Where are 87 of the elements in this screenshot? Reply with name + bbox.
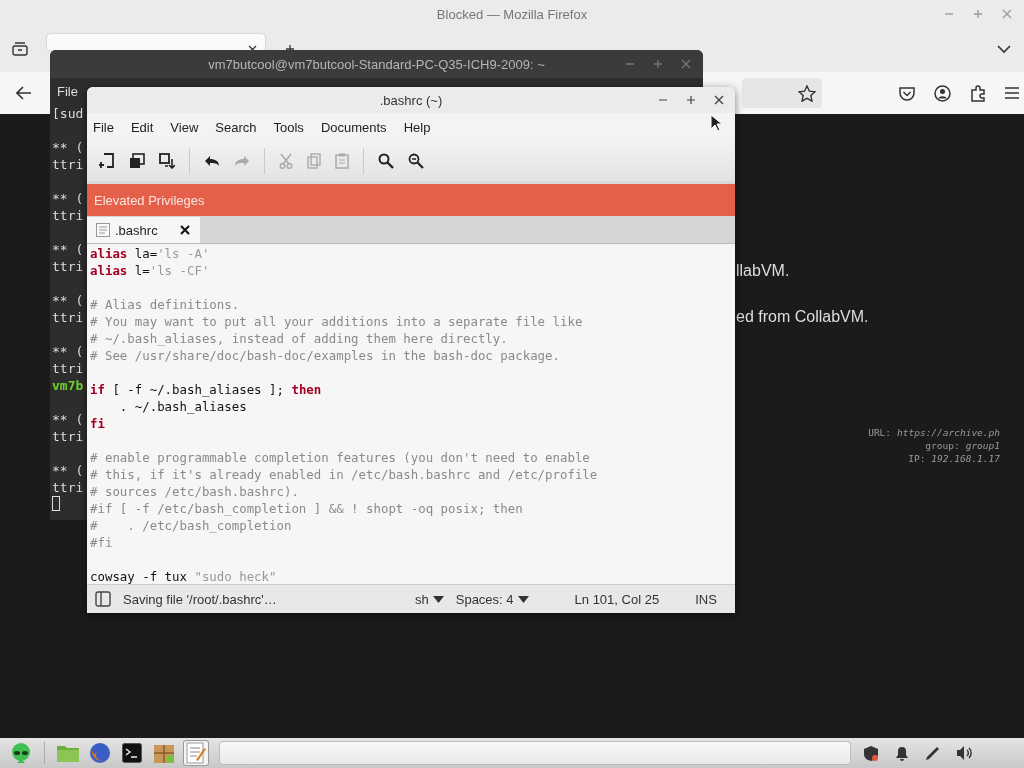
document-tab[interactable]: .bashrc — [87, 217, 200, 243]
side-panel-icon[interactable] — [95, 591, 111, 607]
maximize-icon[interactable] — [686, 95, 696, 105]
back-icon[interactable] — [16, 86, 32, 100]
indent-dropdown[interactable]: Spaces: 4 — [455, 591, 529, 607]
insert-mode: INS — [695, 591, 717, 607]
code-line: #if [ -f /etc/bash_completion ] && ! shopt -oq posix; then — [90, 500, 524, 517]
terminal-line: ** ( — [52, 139, 84, 156]
terminal-line: ** ( — [52, 241, 84, 258]
new-document-icon[interactable] — [99, 153, 115, 169]
bell-icon[interactable] — [894, 745, 910, 761]
terminal-line: vm7b — [52, 377, 84, 394]
overlay-value: https://archive.ph — [897, 426, 1000, 439]
volume-icon[interactable] — [956, 745, 974, 761]
overlay-label: URL: — [868, 426, 892, 439]
close-icon[interactable] — [714, 95, 724, 105]
menu-item[interactable]: File — [93, 119, 114, 135]
menu-item[interactable]: Search — [215, 119, 257, 135]
browser-icon[interactable] — [87, 740, 113, 766]
terminal-icon[interactable] — [119, 740, 145, 766]
overlay-label: group: — [925, 439, 960, 452]
undo-icon[interactable] — [204, 155, 220, 167]
menu-item[interactable]: Tools — [273, 119, 304, 135]
code-line: # sources /etc/bash.bashrc). — [90, 483, 300, 500]
code-line: # enable programmable completion features (you don't need to enable — [90, 449, 591, 466]
terminal-line: ttri — [52, 258, 84, 275]
terminal-line: ** ( — [52, 343, 84, 360]
code-line: # ~/.bash_aliases, instead of adding them here directly. — [90, 330, 509, 347]
terminal-line: ** ( — [52, 292, 84, 309]
window-title: .bashrc (~) — [379, 92, 443, 108]
code-line: if [ -f ~/.bash_aliases ]; then — [90, 381, 323, 398]
overlay-label: IP: — [908, 452, 926, 465]
caret-icon — [517, 595, 529, 603]
terminal-line: [sud — [52, 105, 84, 122]
search-replace-icon[interactable] — [408, 153, 424, 169]
terminal-line: ttri — [52, 207, 84, 224]
pen-icon[interactable] — [925, 745, 941, 761]
close-icon[interactable] — [179, 225, 190, 235]
window-title: vm7butcool@vm7butcool-Standard-PC-Q35-ICH9-2009: ~ — [208, 56, 545, 72]
code-line: #fi — [90, 534, 114, 551]
menu-item[interactable]: View — [170, 119, 199, 135]
code-line: # this, if it's already enabled in /etc/bash.bashrc and /etc/profile — [90, 466, 599, 483]
cursor-position: Ln 101, Col 25 — [574, 591, 660, 607]
info-bar-text: Elevated Privileges — [94, 192, 205, 208]
text-editor-icon[interactable] — [183, 740, 209, 766]
tab-list-icon[interactable] — [12, 42, 28, 56]
terminal-line: ** ( — [52, 411, 84, 428]
code-line: . ~/.bash_aliases — [118, 398, 248, 415]
windows-icon[interactable] — [129, 153, 145, 169]
code-line: # You may want to put all your additions into a separate file like — [90, 313, 584, 330]
window-title: Blocked — Mozilla Firefox — [436, 6, 588, 22]
code-line: cowsay -f tux "sudo heck" — [90, 568, 278, 584]
menu-item[interactable]: Help — [403, 119, 431, 135]
menu-item[interactable]: File — [57, 83, 78, 99]
star-icon[interactable] — [798, 84, 816, 102]
menu-item[interactable]: Documents — [320, 119, 387, 135]
terminal-line: ttri — [52, 156, 84, 173]
account-icon[interactable] — [934, 84, 951, 102]
shield-icon[interactable] — [863, 744, 879, 762]
caret-icon — [432, 595, 444, 603]
language-dropdown[interactable]: sh — [415, 591, 444, 607]
menu-item[interactable]: Edit — [130, 119, 154, 135]
save-icon[interactable] — [159, 153, 175, 169]
page-text: llabVM. — [736, 261, 791, 281]
code-line: fi — [90, 415, 106, 432]
page-text: ed from CollabVM. — [736, 307, 869, 327]
terminal-line: ** ( — [52, 462, 84, 479]
search-icon[interactable] — [378, 153, 394, 169]
code-line: # . /etc/bash_completion — [90, 517, 293, 534]
menu-icon[interactable] — [1005, 87, 1019, 99]
overlay-value: 192.168.1.17 — [931, 452, 1000, 465]
terminal-line: ttri — [52, 479, 84, 496]
code-line: # Alias definitions. — [90, 296, 241, 313]
overlay-value: group1 — [965, 439, 1000, 452]
code-line: alias l='ls -CF' — [90, 262, 211, 279]
pocket-icon[interactable] — [899, 85, 915, 101]
status-message: Saving file '/root/.bashrc'… — [123, 591, 278, 607]
terminal-line: ttri — [52, 360, 84, 377]
extensions-icon[interactable] — [970, 84, 986, 102]
chevron-down-icon[interactable] — [997, 45, 1011, 54]
terminal-line: ttri — [52, 309, 84, 326]
code-line: # See /usr/share/doc/bash-doc/examples in the bash-doc package. — [90, 347, 561, 364]
url-field[interactable] — [742, 78, 822, 108]
code-line: alias la='ls -A' — [90, 245, 211, 262]
terminal-line: ttri — [52, 428, 84, 445]
terminal-line: ** ( — [52, 190, 84, 207]
document-icon — [95, 222, 111, 238]
